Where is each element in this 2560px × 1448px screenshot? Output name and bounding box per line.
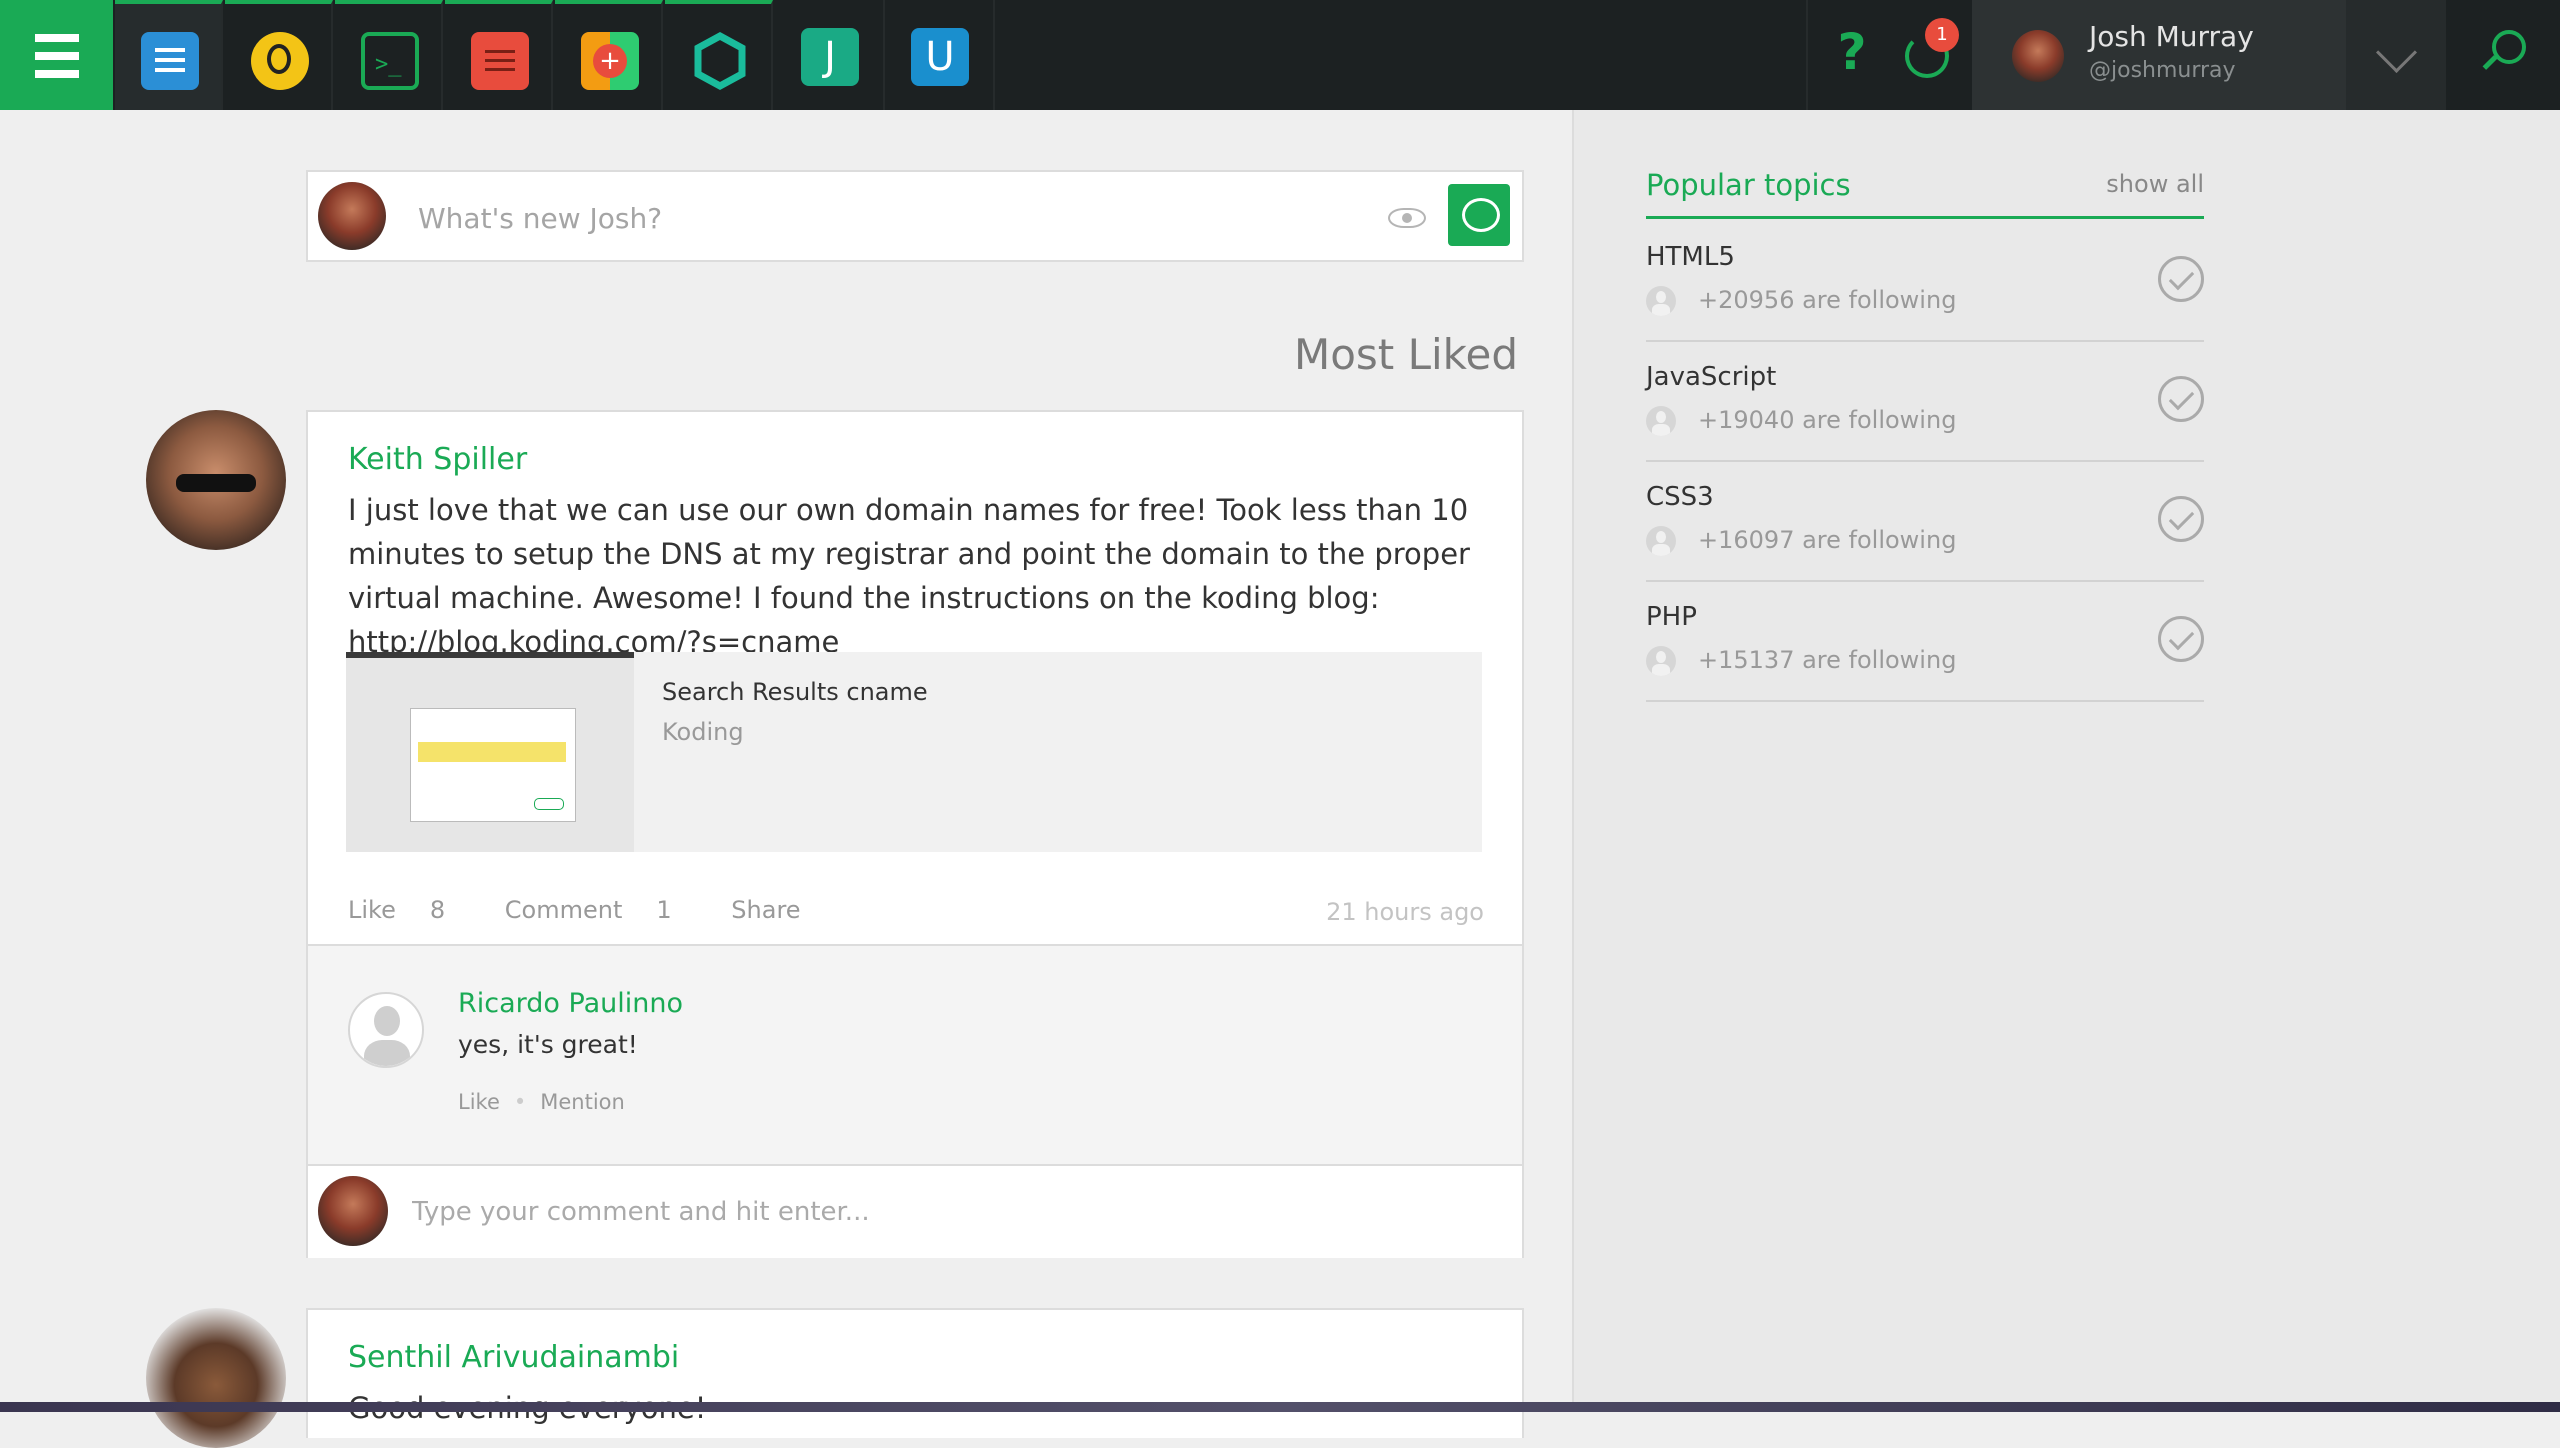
desktop-strip	[0, 1402, 2560, 1412]
share-button[interactable]: Share	[731, 896, 800, 924]
help-button[interactable]: ?	[1832, 22, 1872, 82]
topic-name[interactable]: CSS3	[1646, 482, 1714, 512]
hamburger-icon-line	[35, 52, 79, 60]
like-button[interactable]: Like	[348, 896, 396, 924]
user-name: Josh Murray	[2089, 20, 2254, 53]
app-tab-hexagon[interactable]	[665, 0, 773, 110]
sidebar: Popular topics show all HTML5 +20956 are…	[1572, 110, 2560, 1412]
followers-icon	[1646, 286, 1676, 316]
comment-list: Ricardo Paulinno yes, it's great! Like • M…	[308, 944, 1522, 1166]
followers-icon	[1646, 646, 1676, 676]
collab-icon: +	[581, 32, 639, 90]
app-tab-teamwork[interactable]	[225, 0, 333, 110]
separator-dot: •	[513, 1090, 527, 1114]
topic-followers: +15137 are following	[1698, 646, 1957, 674]
show-all-link[interactable]: show all	[2106, 170, 2204, 198]
popular-topics-header: Popular topics show all	[1646, 166, 2204, 219]
post-timestamp[interactable]: 21 hours ago	[1326, 898, 1484, 926]
link-preview-title: Search Results cname	[662, 678, 928, 706]
post-author[interactable]: Senthil Arivudainambi	[348, 1340, 679, 1375]
topic-item[interactable]: HTML5 +20956 are following	[1646, 220, 2204, 342]
chevron-down-icon	[2375, 31, 2418, 74]
avatar-body	[364, 1040, 410, 1066]
eye-icon[interactable]	[1388, 208, 1426, 228]
comment-actions: Like • Mention	[458, 1090, 625, 1114]
post-body: I just love that we can use our own doma…	[348, 488, 1488, 664]
comment-author[interactable]: Ricardo Paulinno	[458, 988, 683, 1019]
speech-bubble-icon	[1462, 198, 1500, 232]
top-bar: >_ + J U ? 1 Josh Murray @joshmurray	[0, 0, 2560, 110]
app-tab-j[interactable]: J	[775, 0, 885, 110]
avatar-head	[374, 1006, 400, 1036]
avatar-glasses	[176, 474, 256, 492]
status-input[interactable]	[416, 192, 1320, 244]
topic-followers: +20956 are following	[1698, 286, 1957, 314]
avatar[interactable]	[348, 992, 424, 1068]
user-account[interactable]: Josh Murray @joshmurray	[1972, 0, 2346, 110]
user-handle: @joshmurray	[2089, 58, 2236, 83]
hexagon-icon	[694, 32, 746, 90]
follow-check-icon[interactable]	[2158, 496, 2204, 542]
popular-topics-title: Popular topics	[1646, 168, 1851, 202]
post-author[interactable]: Keith Spiller	[348, 442, 527, 477]
topic-followers: +16097 are following	[1698, 526, 1957, 554]
topic-name[interactable]: JavaScript	[1646, 362, 1776, 392]
followers-icon	[1646, 526, 1676, 556]
comment-text: yes, it's great!	[458, 1030, 638, 1059]
divider	[1806, 0, 1808, 110]
follow-check-icon[interactable]	[2158, 256, 2204, 302]
status-composer	[306, 170, 1524, 262]
topic-item[interactable]: CSS3 +16097 are following	[1646, 460, 2204, 582]
link-preview-site: Koding	[662, 718, 744, 746]
teamwork-icon	[251, 32, 309, 90]
hamburger-icon-line	[35, 70, 79, 78]
mention-button[interactable]: Mention	[540, 1090, 625, 1114]
topic-item[interactable]: JavaScript +19040 are following	[1646, 340, 2204, 462]
search-icon-handle	[2482, 55, 2498, 70]
post-card: Keith Spiller I just love that we can us…	[306, 410, 1524, 1258]
author-avatar[interactable]	[146, 1308, 286, 1448]
notification-badge: 1	[1925, 18, 1959, 52]
author-avatar[interactable]	[146, 410, 286, 550]
comment-button[interactable]: Comment	[505, 896, 623, 924]
notes-icon	[471, 32, 529, 90]
search-button[interactable]	[2446, 0, 2560, 110]
avatar	[318, 1176, 388, 1246]
terminal-icon: >_	[361, 32, 419, 90]
main-menu-button[interactable]	[0, 0, 113, 110]
post-button[interactable]	[1448, 184, 1510, 246]
avatar	[2012, 30, 2064, 82]
link-preview-thumbnail	[346, 652, 634, 852]
u-app-icon: U	[911, 28, 969, 86]
post-card: Senthil Arivudainambi Good evening every…	[306, 1308, 1524, 1438]
post-actions: Like 8 Comment 1 Share	[348, 896, 827, 924]
app-tab-u[interactable]: U	[885, 0, 995, 110]
j-app-icon: J	[801, 28, 859, 86]
comment-count: 1	[656, 896, 672, 924]
follow-check-icon[interactable]	[2158, 616, 2204, 662]
account-dropdown-button[interactable]	[2346, 0, 2446, 110]
comment-like-button[interactable]: Like	[458, 1090, 500, 1114]
like-action[interactable]: Like 8	[348, 896, 471, 924]
comment-composer	[308, 1164, 1522, 1258]
topic-followers: +19040 are following	[1698, 406, 1957, 434]
avatar	[318, 182, 386, 250]
hamburger-icon	[35, 34, 79, 42]
topic-name[interactable]: PHP	[1646, 602, 1697, 632]
like-count[interactable]: 8	[430, 896, 445, 924]
chat-bubble-icon	[141, 32, 199, 90]
topic-name[interactable]: HTML5	[1646, 242, 1735, 272]
app-tab-notes[interactable]	[445, 0, 553, 110]
app-tab-collab[interactable]: +	[555, 0, 663, 110]
comment-action[interactable]: Comment 1	[505, 896, 698, 924]
app-tab-activity[interactable]	[115, 0, 223, 110]
post-text: I just love that we can use our own doma…	[348, 493, 1470, 615]
follow-check-icon[interactable]	[2158, 376, 2204, 422]
followers-icon	[1646, 406, 1676, 436]
link-preview[interactable]: Search Results cname Koding	[346, 652, 1482, 852]
comment-input[interactable]	[410, 1188, 1414, 1236]
topic-item[interactable]: PHP +15137 are following	[1646, 580, 2204, 702]
app-tab-terminal[interactable]: >_	[335, 0, 443, 110]
feed-title: Most Liked	[1293, 330, 1518, 379]
